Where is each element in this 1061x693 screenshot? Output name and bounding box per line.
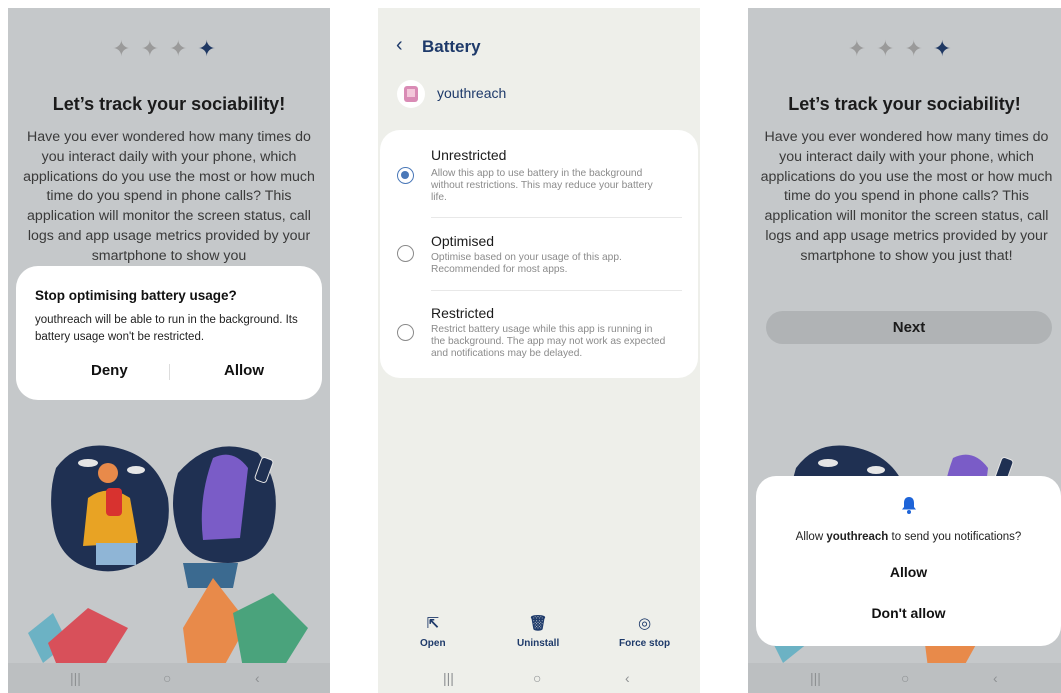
open-button[interactable]: ⇱ Open bbox=[420, 614, 446, 649]
home-icon[interactable]: ○ bbox=[163, 670, 171, 686]
onboarding-screen-notifications: ✦✦✦✦ Let’s track your sociability! Have … bbox=[748, 8, 1061, 693]
allow-button[interactable]: Allow bbox=[756, 564, 1061, 580]
people-illustration bbox=[28, 445, 308, 668]
option-title: Restricted bbox=[431, 305, 495, 321]
message-suffix: to send you notifications? bbox=[888, 531, 1022, 543]
dialog-title: Stop optimising battery usage? bbox=[35, 288, 237, 303]
bell-icon bbox=[756, 496, 1061, 519]
app-name: youthreach bbox=[437, 85, 507, 101]
recents-icon[interactable]: ||| bbox=[70, 670, 81, 686]
option-title: Unrestricted bbox=[431, 147, 507, 163]
option-optimised[interactable]: Optimised Optimise based on your usage o… bbox=[380, 218, 698, 290]
home-icon[interactable]: ○ bbox=[901, 670, 909, 686]
page-title: Let’s track your sociability! bbox=[52, 94, 286, 114]
deny-button[interactable]: Deny bbox=[91, 362, 128, 379]
star-icon: ✦ bbox=[876, 36, 905, 61]
star-icon: ✦ bbox=[140, 36, 169, 61]
home-icon[interactable]: ○ bbox=[533, 670, 541, 686]
recents-icon[interactable]: ||| bbox=[810, 670, 821, 686]
dialog-message: Allow youthreach to send you notificatio… bbox=[756, 531, 1061, 543]
uninstall-button[interactable]: 🗑 Uninstall bbox=[517, 614, 559, 649]
radio-unselected[interactable] bbox=[397, 245, 414, 262]
message-prefix: Allow bbox=[795, 531, 827, 543]
star-icon: ✦ bbox=[169, 36, 198, 61]
action-label: Force stop bbox=[619, 638, 671, 649]
message-app-name: youthreach bbox=[826, 531, 889, 543]
system-nav-bar: ||| ○ ‹ bbox=[748, 663, 1061, 693]
progress-stars: ✦✦✦✦ bbox=[8, 36, 330, 62]
star-icon: ✦ bbox=[112, 36, 141, 61]
page-title: Let’s track your sociability! bbox=[788, 94, 1021, 114]
system-nav-bar: ||| ○ ‹ bbox=[8, 663, 330, 693]
star-icon: ✦ bbox=[847, 36, 877, 61]
open-icon: ⇱ bbox=[426, 615, 440, 632]
allow-button[interactable]: Allow bbox=[224, 362, 264, 379]
dont-allow-button[interactable]: Don't allow bbox=[756, 605, 1061, 621]
trash-icon: 🗑 bbox=[528, 615, 548, 632]
star-icon: ✦ bbox=[904, 36, 933, 61]
intro-text: Have you ever wondered how many times do… bbox=[760, 129, 1053, 264]
chevron-left-icon[interactable]: ‹ bbox=[396, 34, 403, 57]
action-label: Open bbox=[420, 638, 446, 649]
next-button[interactable]: Next bbox=[766, 311, 1052, 344]
back-icon[interactable]: ‹ bbox=[625, 670, 630, 686]
radio-unselected[interactable] bbox=[397, 324, 414, 341]
onboarding-screen-battery: ✦✦✦✦ Let’s track your sociability! Have … bbox=[8, 8, 330, 693]
battery-options-card: Unrestricted Allow this app to use batte… bbox=[380, 130, 698, 378]
option-unrestricted[interactable]: Unrestricted Allow this app to use batte… bbox=[380, 130, 698, 216]
star-active-icon: ✦ bbox=[197, 36, 226, 61]
battery-settings-screen: ‹ Battery youthreach Unrestricted Allow … bbox=[378, 8, 700, 693]
option-description: Optimise based on your usage of this app… bbox=[431, 252, 622, 275]
option-description: Restrict battery usage while this app is… bbox=[431, 324, 666, 359]
intro-text: Have you ever wondered how many times do… bbox=[23, 129, 315, 264]
button-divider bbox=[169, 364, 170, 380]
option-restricted[interactable]: Restricted Restrict battery usage while … bbox=[380, 291, 698, 377]
back-icon[interactable]: ‹ bbox=[993, 670, 998, 686]
app-icon bbox=[397, 80, 425, 108]
back-icon[interactable]: ‹ bbox=[255, 670, 260, 686]
system-nav-bar: ||| ○ ‹ bbox=[378, 663, 700, 693]
action-label: Uninstall bbox=[517, 638, 560, 649]
star-active-icon: ✦ bbox=[932, 36, 962, 61]
radio-selected[interactable] bbox=[397, 167, 414, 184]
force-stop-button[interactable]: ◎ Force stop bbox=[619, 614, 670, 649]
battery-dialog: Stop optimising battery usage? youthreac… bbox=[16, 266, 322, 400]
stop-icon: ◎ bbox=[638, 615, 652, 632]
page-title: Battery bbox=[422, 37, 481, 56]
option-title: Optimised bbox=[431, 233, 495, 249]
notification-permission-dialog: Allow youthreach to send you notificatio… bbox=[756, 476, 1061, 646]
progress-stars: ✦✦✦✦ bbox=[748, 36, 1061, 62]
option-description: Allow this app to use battery in the bac… bbox=[431, 168, 653, 203]
recents-icon[interactable]: ||| bbox=[443, 670, 454, 686]
dialog-message: youthreach will be able to run in the ba… bbox=[35, 314, 298, 343]
